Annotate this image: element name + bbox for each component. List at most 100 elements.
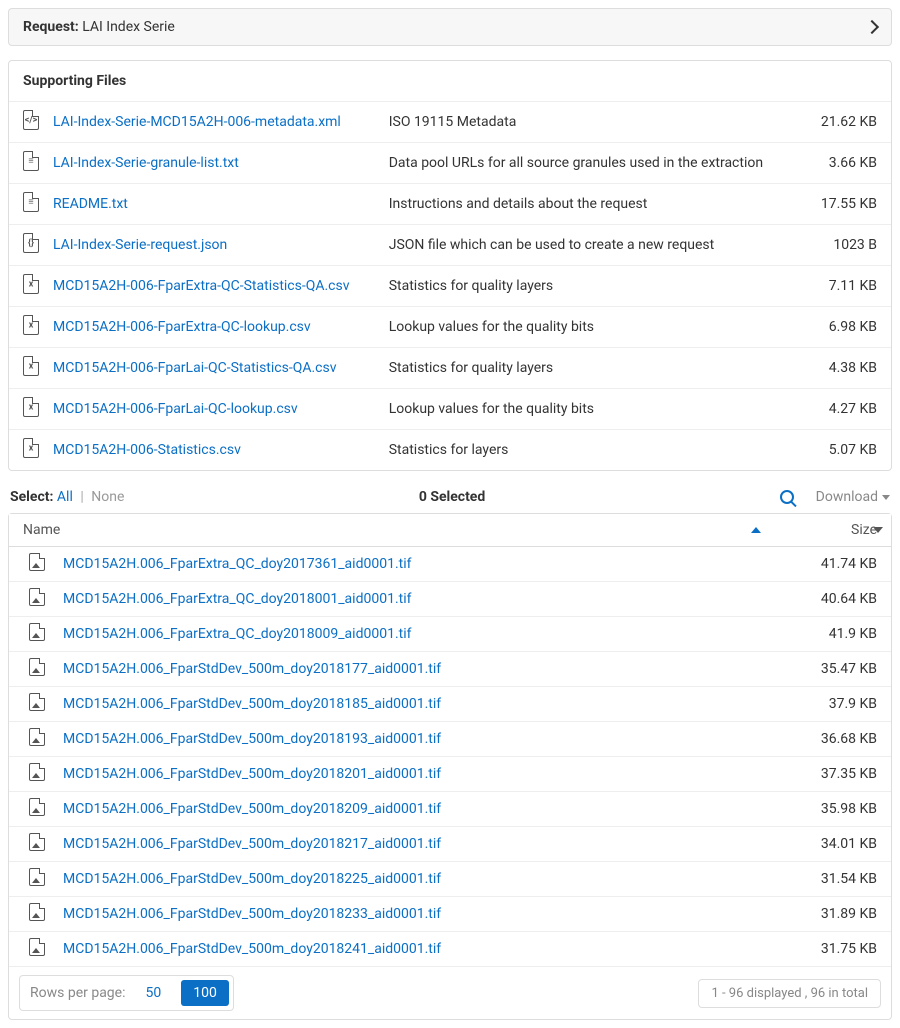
file-type-icon-cell: ≡ bbox=[9, 184, 39, 225]
supporting-file-link[interactable]: LAI-Index-Serie-MCD15A2H-006-metadata.xm… bbox=[53, 114, 341, 130]
file-description: Statistics for quality layers bbox=[375, 266, 791, 307]
data-file-link[interactable]: MCD15A2H.006_FparStdDev_500m_doy2018225_… bbox=[63, 871, 441, 887]
file-description: Statistics for layers bbox=[375, 430, 791, 471]
request-name: LAI Index Serie bbox=[82, 19, 175, 35]
supporting-file-row: xMCD15A2H-006-Statistics.csvStatistics f… bbox=[9, 430, 891, 471]
table-row[interactable]: MCD15A2H.006_FparStdDev_500m_doy2018177_… bbox=[9, 652, 891, 687]
select-group: Select: All | None bbox=[10, 489, 124, 505]
row-size-cell: 36.68 KB bbox=[771, 722, 891, 757]
file-name-cell: MCD15A2H-006-FparExtra-QC-lookup.csv bbox=[39, 307, 375, 348]
select-none-link[interactable]: None bbox=[91, 489, 124, 505]
data-file-link[interactable]: MCD15A2H.006_FparStdDev_500m_doy2018241_… bbox=[63, 941, 441, 957]
table-row[interactable]: MCD15A2H.006_FparStdDev_500m_doy2018185_… bbox=[9, 687, 891, 722]
row-icon-cell bbox=[9, 582, 49, 617]
rows-per-page-100[interactable]: 100 bbox=[181, 980, 229, 1006]
rows-per-page-50[interactable]: 50 bbox=[133, 980, 173, 1006]
image-file-icon bbox=[29, 623, 45, 641]
csv-file-icon: x bbox=[23, 397, 39, 417]
table-row[interactable]: MCD15A2H.006_FparExtra_QC_doy2018009_aid… bbox=[9, 617, 891, 652]
row-icon-cell bbox=[9, 932, 49, 967]
row-name-cell: MCD15A2H.006_FparStdDev_500m_doy2018193_… bbox=[49, 722, 771, 757]
supporting-file-link[interactable]: LAI-Index-Serie-request.json bbox=[53, 237, 227, 253]
file-name-cell: MCD15A2H-006-Statistics.csv bbox=[39, 430, 375, 471]
data-file-link[interactable]: MCD15A2H.006_FparExtra_QC_doy2017361_aid… bbox=[63, 556, 412, 572]
csv-file-icon: x bbox=[23, 356, 39, 376]
file-description: Lookup values for the quality bits bbox=[375, 307, 791, 348]
row-name-cell: MCD15A2H.006_FparStdDev_500m_doy2018209_… bbox=[49, 792, 771, 827]
supporting-file-link[interactable]: MCD15A2H-006-FparExtra-QC-lookup.csv bbox=[53, 319, 311, 335]
file-type-icon-cell: x bbox=[9, 307, 39, 348]
data-file-link[interactable]: MCD15A2H.006_FparStdDev_500m_doy2018233_… bbox=[63, 906, 441, 922]
data-file-link[interactable]: MCD15A2H.006_FparStdDev_500m_doy2018177_… bbox=[63, 661, 441, 677]
row-name-cell: MCD15A2H.006_FparStdDev_500m_doy2018225_… bbox=[49, 862, 771, 897]
row-name-cell: MCD15A2H.006_FparStdDev_500m_doy2018185_… bbox=[49, 687, 771, 722]
table-row[interactable]: MCD15A2H.006_FparStdDev_500m_doy2018241_… bbox=[9, 932, 891, 967]
data-file-link[interactable]: MCD15A2H.006_FparExtra_QC_doy2018009_aid… bbox=[63, 626, 412, 642]
supporting-file-link[interactable]: MCD15A2H-006-FparLai-QC-lookup.csv bbox=[53, 401, 298, 417]
supporting-files-table: </>LAI-Index-Serie-MCD15A2H-006-metadata… bbox=[9, 102, 891, 470]
table-row[interactable]: MCD15A2H.006_FparStdDev_500m_doy2018193_… bbox=[9, 722, 891, 757]
row-size-cell: 31.89 KB bbox=[771, 897, 891, 932]
file-size: 17.55 KB bbox=[791, 184, 891, 225]
select-label: Select: bbox=[10, 489, 53, 505]
row-size-cell: 37.9 KB bbox=[771, 687, 891, 722]
table-row[interactable]: MCD15A2H.006_FparStdDev_500m_doy2018217_… bbox=[9, 827, 891, 862]
request-header[interactable]: Request: LAI Index Serie bbox=[8, 8, 892, 46]
row-size-cell: 37.35 KB bbox=[771, 757, 891, 792]
data-file-link[interactable]: MCD15A2H.006_FparStdDev_500m_doy2018201_… bbox=[63, 766, 441, 782]
image-file-icon bbox=[29, 798, 45, 816]
supporting-file-link[interactable]: MCD15A2H-006-Statistics.csv bbox=[53, 442, 241, 458]
column-menu-icon bbox=[873, 527, 883, 533]
data-file-link[interactable]: MCD15A2H.006_FparStdDev_500m_doy2018217_… bbox=[63, 836, 441, 852]
supporting-file-row: x MCD15A2H-006-FparExtra-QC-lookup.csv Loo… bbox=[9, 307, 891, 348]
table-row[interactable]: MCD15A2H.006_FparExtra_QC_doy2018001_aid… bbox=[9, 582, 891, 617]
caret-down-icon bbox=[882, 495, 890, 500]
column-header-name[interactable]: Name bbox=[9, 514, 771, 547]
file-size: 4.38 KB bbox=[791, 348, 891, 389]
sort-ascending-icon bbox=[751, 527, 761, 533]
file-size: 7.11 KB bbox=[791, 266, 891, 307]
row-size-cell: 31.75 KB bbox=[771, 932, 891, 967]
request-label: Request: bbox=[23, 19, 79, 35]
file-size: 5.07 KB bbox=[791, 430, 891, 471]
supporting-file-link[interactable]: MCD15A2H-006-FparExtra-QC-Statistics-QA.… bbox=[53, 278, 350, 294]
supporting-file-link[interactable]: MCD15A2H-006-FparLai-QC-Statistics-QA.cs… bbox=[53, 360, 337, 376]
file-name-cell: LAI-Index-Serie-MCD15A2H-006-metadata.xm… bbox=[39, 102, 375, 143]
row-name-cell: MCD15A2H.006_FparStdDev_500m_doy2018233_… bbox=[49, 897, 771, 932]
file-name-cell: MCD15A2H-006-FparLai-QC-Statistics-QA.cs… bbox=[39, 348, 375, 389]
data-file-link[interactable]: MCD15A2H.006_FparExtra_QC_doy2018001_aid… bbox=[63, 591, 412, 607]
row-name-cell: MCD15A2H.006_FparExtra_QC_doy2018009_aid… bbox=[49, 617, 771, 652]
image-file-icon bbox=[29, 553, 45, 571]
selection-toolbar: Select: All | None 0 Selected Download bbox=[8, 485, 892, 513]
column-header-size[interactable]: Size bbox=[771, 514, 891, 547]
row-icon-cell bbox=[9, 827, 49, 862]
file-description: Statistics for quality layers bbox=[375, 348, 791, 389]
data-file-link[interactable]: MCD15A2H.006_FparStdDev_500m_doy2018209_… bbox=[63, 801, 441, 817]
download-label: Download bbox=[816, 489, 878, 505]
file-size: 1023 B bbox=[791, 225, 891, 266]
file-size: 6.98 KB bbox=[791, 307, 891, 348]
table-row[interactable]: MCD15A2H.006_FparStdDev_500m_doy2018233_… bbox=[9, 897, 891, 932]
supporting-file-link[interactable]: README.txt bbox=[53, 196, 128, 212]
image-file-icon bbox=[29, 658, 45, 676]
supporting-file-link[interactable]: LAI-Index-Serie-granule-list.txt bbox=[53, 155, 239, 171]
row-icon-cell bbox=[9, 652, 49, 687]
pagination-info: 1 - 96 displayed , 96 in total bbox=[698, 979, 881, 1008]
data-file-link[interactable]: MCD15A2H.006_FparStdDev_500m_doy2018185_… bbox=[63, 696, 441, 712]
table-row[interactable]: MCD15A2H.006_FparStdDev_500m_doy2018201_… bbox=[9, 757, 891, 792]
table-row[interactable]: MCD15A2H.006_FparExtra_QC_doy2017361_aid… bbox=[9, 547, 891, 582]
select-all-link[interactable]: All bbox=[57, 489, 73, 505]
row-icon-cell bbox=[9, 547, 49, 582]
download-button[interactable]: Download bbox=[816, 489, 890, 505]
row-size-cell: 41.74 KB bbox=[771, 547, 891, 582]
row-size-cell: 41.9 KB bbox=[771, 617, 891, 652]
row-icon-cell bbox=[9, 722, 49, 757]
image-file-icon bbox=[29, 833, 45, 851]
data-file-link[interactable]: MCD15A2H.006_FparStdDev_500m_doy2018193_… bbox=[63, 731, 441, 747]
json-file-icon: {} bbox=[23, 233, 39, 253]
file-description: Instructions and details about the reque… bbox=[375, 184, 791, 225]
image-file-icon bbox=[29, 868, 45, 886]
table-row[interactable]: MCD15A2H.006_FparStdDev_500m_doy2018209_… bbox=[9, 792, 891, 827]
table-row[interactable]: MCD15A2H.006_FparStdDev_500m_doy2018225_… bbox=[9, 862, 891, 897]
search-icon[interactable] bbox=[780, 490, 794, 504]
